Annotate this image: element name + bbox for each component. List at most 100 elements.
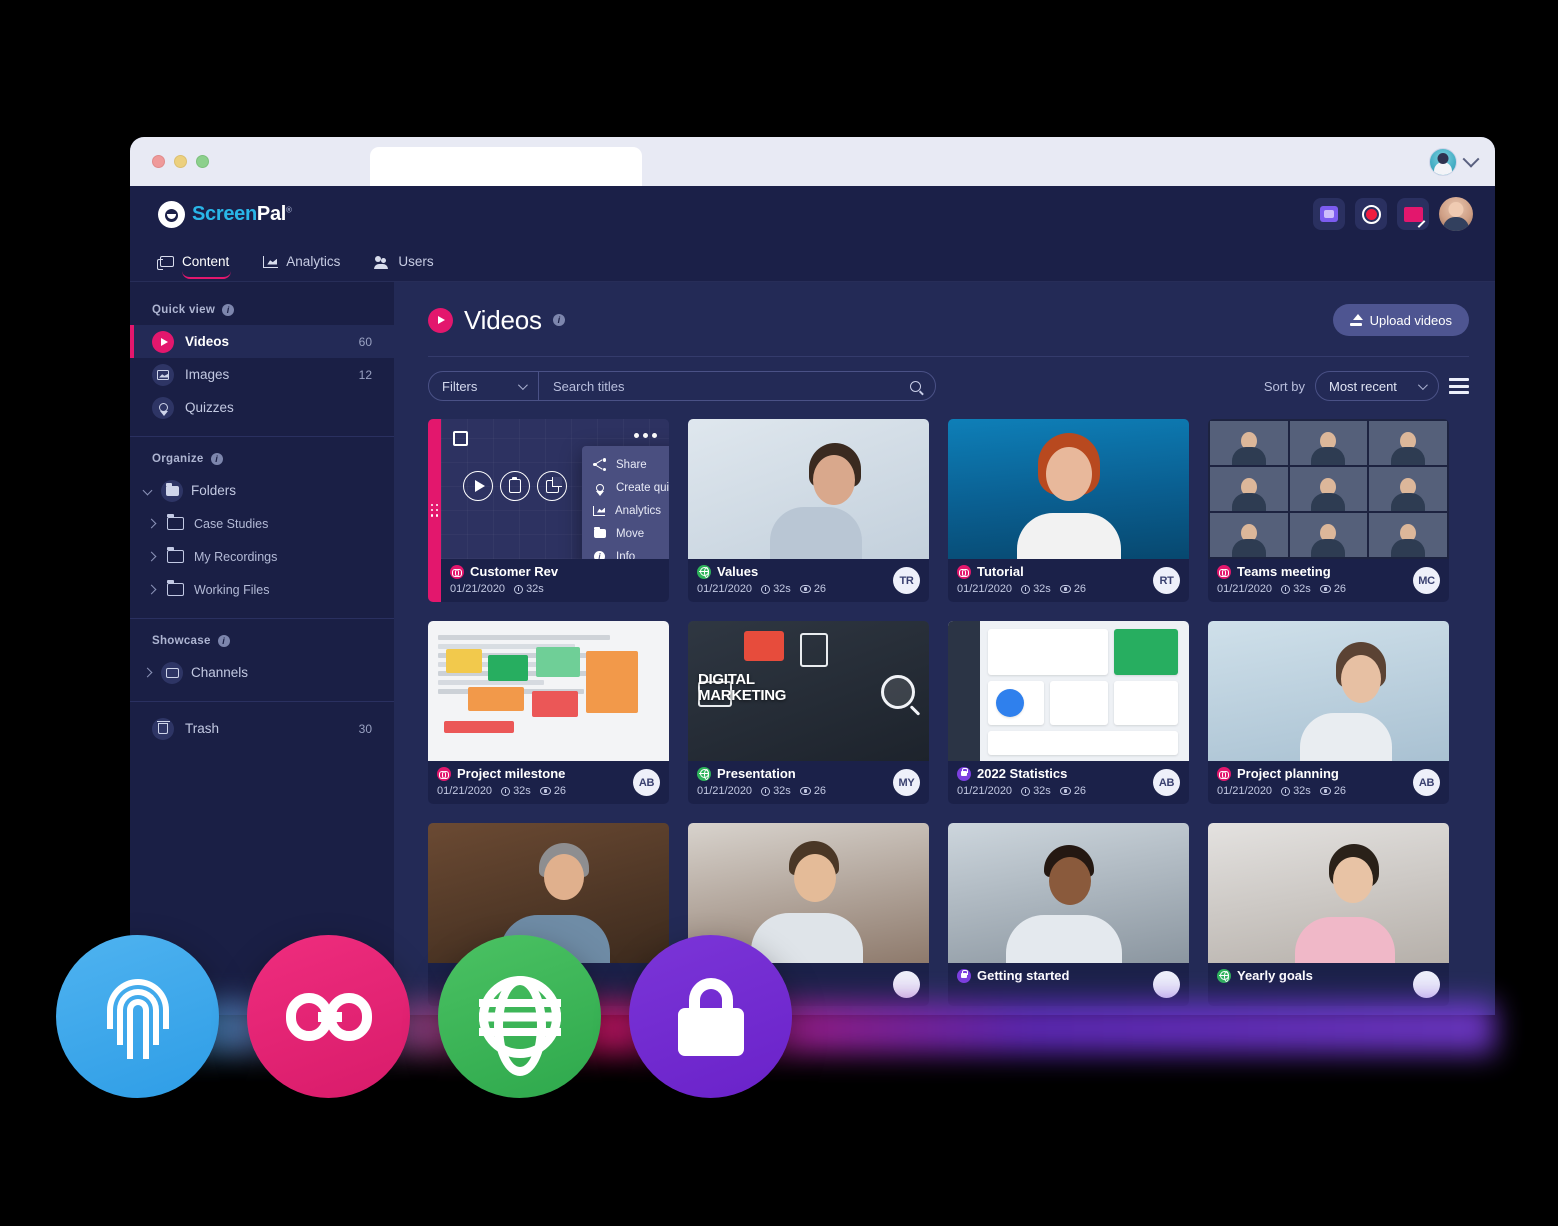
upload-videos-button[interactable]: Upload videos bbox=[1332, 304, 1469, 336]
sidebar-item-images[interactable]: Images 12 bbox=[130, 358, 394, 391]
video-thumbnail[interactable] bbox=[1208, 823, 1449, 963]
brand-name-part2: Pal bbox=[256, 202, 287, 225]
avatar: RT bbox=[1153, 567, 1180, 594]
info-icon[interactable]: i bbox=[222, 304, 235, 316]
chevron-down-icon[interactable] bbox=[1462, 150, 1480, 168]
avatar bbox=[1413, 971, 1440, 998]
sidebar-item-quizzes[interactable]: Quizzes bbox=[130, 391, 394, 424]
video-thumbnail[interactable] bbox=[428, 621, 669, 761]
quiz-icon bbox=[152, 396, 174, 419]
chevron-right-icon[interactable] bbox=[146, 551, 157, 562]
video-card[interactable]: Getting started bbox=[948, 823, 1189, 1006]
brand-logo[interactable]: ScreenPal® bbox=[158, 200, 292, 228]
video-thumbnail[interactable] bbox=[688, 419, 929, 559]
folder-outline-icon bbox=[167, 547, 184, 563]
sidebar-item-trash[interactable]: Trash 30 bbox=[130, 712, 394, 745]
video-card[interactable]: Teams meeting 01/21/2020 32s 26 MC bbox=[1208, 419, 1449, 602]
card-views: 26 bbox=[1059, 583, 1086, 595]
video-card[interactable]: Project milestone 01/21/2020 32s 26 AB bbox=[428, 621, 669, 804]
card-stats: 01/21/2020 32s 26 bbox=[697, 583, 920, 595]
avatar: TR bbox=[893, 567, 920, 594]
video-card[interactable]: Yearly goals bbox=[1208, 823, 1449, 1006]
chevron-right-icon[interactable] bbox=[142, 667, 153, 678]
copy-button[interactable] bbox=[500, 471, 530, 501]
search-icon[interactable] bbox=[910, 380, 921, 392]
maximize-window-button[interactable] bbox=[196, 155, 209, 168]
card-title-row: Yearly goals bbox=[1217, 968, 1440, 983]
eye-icon bbox=[1059, 585, 1071, 593]
close-window-button[interactable] bbox=[152, 155, 165, 168]
eye-icon bbox=[1059, 787, 1071, 795]
video-card[interactable]: Values 01/21/2020 32s 26 TR bbox=[688, 419, 929, 602]
card-checkbox[interactable] bbox=[453, 431, 468, 446]
video-card[interactable]: Project planning 01/21/2020 32s 26 AB bbox=[1208, 621, 1449, 804]
video-card[interactable]: DIGITAL MARKETING Presentation 01/21/202… bbox=[688, 621, 929, 804]
video-thumbnail[interactable] bbox=[948, 823, 1189, 963]
sidebar-item-channels[interactable]: Channels bbox=[130, 656, 394, 689]
card-more-options-button[interactable] bbox=[634, 433, 657, 438]
user-avatar[interactable] bbox=[1439, 197, 1473, 231]
chevron-right-icon[interactable] bbox=[146, 518, 157, 529]
page-title-text: Videos bbox=[464, 304, 542, 335]
browser-profile-avatar[interactable] bbox=[1429, 147, 1457, 176]
context-menu-item-move[interactable]: Move bbox=[582, 522, 669, 545]
avatar: AB bbox=[633, 769, 660, 796]
chevron-down-icon bbox=[517, 379, 528, 390]
privacy-link-icon bbox=[957, 564, 971, 579]
sidebar-item-working-files[interactable]: Working Files bbox=[130, 573, 394, 606]
tab-users[interactable]: Users bbox=[374, 242, 434, 282]
minimize-window-button[interactable] bbox=[174, 155, 187, 168]
video-card[interactable]: Tutorial 01/21/2020 32s 26 RT bbox=[948, 419, 1189, 602]
video-thumbnail[interactable]: Share Create quiz Analytics Move i Info bbox=[441, 419, 669, 559]
video-thumbnail[interactable] bbox=[948, 419, 1189, 559]
card-drag-handle[interactable] bbox=[428, 419, 441, 602]
brand-name-part1: Screen bbox=[192, 202, 257, 225]
video-editor-button[interactable] bbox=[1397, 198, 1429, 230]
sidebar-section-quickview: Quick view i bbox=[130, 288, 394, 325]
sidebar-item-channels-label: Channels bbox=[191, 665, 249, 680]
list-view-toggle[interactable] bbox=[1449, 378, 1469, 394]
analytics-icon bbox=[593, 505, 605, 516]
card-stats: 01/21/2020 32s 26 bbox=[957, 785, 1180, 797]
filters-dropdown[interactable]: Filters bbox=[429, 372, 539, 400]
sort-dropdown[interactable]: Most recent bbox=[1315, 371, 1439, 401]
clock-icon bbox=[501, 786, 511, 796]
video-thumbnail[interactable]: DIGITAL MARKETING bbox=[688, 621, 929, 761]
sidebar-item-videos-count: 60 bbox=[358, 334, 372, 349]
video-card[interactable]: 2022 Statistics 01/21/2020 32s 26 AB bbox=[948, 621, 1189, 804]
share-button[interactable] bbox=[537, 471, 567, 501]
context-menu-item-info[interactable]: i Info bbox=[582, 545, 669, 559]
screenshot-capture-button[interactable] bbox=[1313, 198, 1345, 230]
info-icon[interactable]: i bbox=[552, 314, 565, 326]
thumbnail-text-line2: MARKETING bbox=[698, 687, 787, 705]
video-thumbnail[interactable] bbox=[948, 621, 1189, 761]
feature-badge-link bbox=[247, 935, 410, 1098]
card-stats: 01/21/2020 32s bbox=[450, 583, 660, 595]
app-body: Quick view i Videos 60 Images 12 Quizzes… bbox=[130, 282, 1495, 1015]
record-button[interactable] bbox=[1355, 198, 1387, 230]
card-views: 26 bbox=[1059, 785, 1086, 797]
info-icon[interactable]: i bbox=[217, 635, 230, 647]
search-input[interactable] bbox=[553, 378, 910, 394]
chevron-right-icon[interactable] bbox=[146, 584, 157, 595]
tab-analytics[interactable]: Analytics bbox=[263, 242, 340, 282]
video-card[interactable]: Share Create quiz Analytics Move i Info … bbox=[428, 419, 669, 602]
context-menu-item-share[interactable]: Share bbox=[582, 453, 669, 476]
card-title: Presentation bbox=[717, 766, 796, 781]
chevron-down-icon[interactable] bbox=[142, 485, 153, 496]
browser-tab[interactable] bbox=[370, 147, 642, 186]
privacy-public-icon bbox=[697, 766, 711, 781]
context-menu-item-create-quiz[interactable]: Create quiz bbox=[582, 476, 669, 499]
privacy-public-icon bbox=[1217, 968, 1231, 983]
sidebar-item-folders[interactable]: Folders bbox=[130, 474, 394, 507]
sidebar-item-my-recordings[interactable]: My Recordings bbox=[130, 540, 394, 573]
sidebar-item-videos[interactable]: Videos 60 bbox=[130, 325, 394, 358]
sidebar-item-case-studies[interactable]: Case Studies bbox=[130, 507, 394, 540]
card-date: 01/21/2020 bbox=[1217, 583, 1273, 595]
tab-content[interactable]: Content bbox=[157, 242, 232, 282]
video-thumbnail[interactable] bbox=[1208, 621, 1449, 761]
play-button[interactable] bbox=[463, 471, 493, 501]
context-menu-item-analytics[interactable]: Analytics bbox=[582, 499, 669, 522]
info-icon[interactable]: i bbox=[210, 453, 223, 465]
video-thumbnail[interactable] bbox=[1208, 419, 1449, 559]
